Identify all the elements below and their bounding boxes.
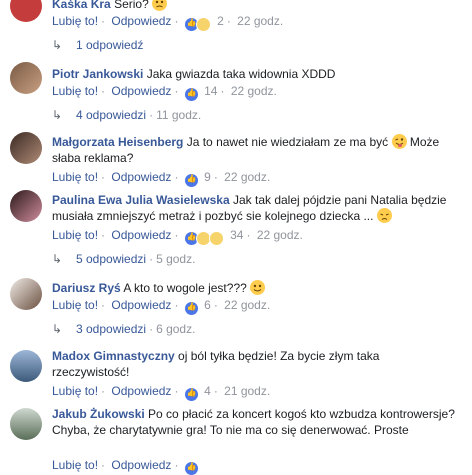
avatar[interactable] (10, 190, 42, 222)
view-replies-link[interactable]: ↳ 5 odpowiedzi · 5 godz. (52, 252, 195, 266)
smiling-face-icon (250, 280, 266, 295)
reply-link[interactable]: Odpowiedz (111, 170, 171, 184)
comment-meta: Lubię to!· Odpowiedz· 34· 22 godz. (52, 228, 303, 247)
reactions[interactable] (184, 387, 198, 402)
like-link[interactable]: Lubię to! (52, 458, 98, 472)
like-reaction-icon (184, 388, 198, 402)
avatar[interactable] (10, 62, 42, 94)
comment-meta: Lubię to! · Odpowiedz · (52, 458, 198, 475)
comment-body: Małgorzata Heisenberg Ja to nawet nie wi… (52, 134, 460, 166)
reactions[interactable] (184, 17, 211, 33)
comment-body: Madox Gimnastyczny oj ból tyłka będzie! … (52, 348, 460, 380)
comment-body: Jakub Żukowski Po co płacić za koncert k… (52, 406, 460, 438)
like-link[interactable]: Lubię to! (52, 14, 98, 28)
comment-author[interactable]: Madox Gimnastyczny (52, 349, 175, 363)
reply-link[interactable]: Odpowiedz (111, 14, 171, 28)
comment-author[interactable]: Jakub Żukowski (52, 407, 145, 421)
sad-reaction-icon (195, 17, 211, 33)
timestamp[interactable]: 22 godz. (224, 170, 270, 184)
comment-author[interactable]: Małgorzata Heisenberg (52, 135, 183, 149)
reply-arrow-icon: ↳ (52, 322, 63, 336)
like-link[interactable]: Lubię to! (52, 84, 98, 98)
replies-time: 11 godz. (156, 108, 202, 122)
reactions[interactable] (184, 173, 198, 188)
view-replies-link[interactable]: ↳ 3 odpowiedzi · 6 godz. (52, 322, 195, 336)
like-link[interactable]: Lubię to! (52, 170, 98, 184)
comment-author[interactable]: Kaśka Kra (52, 0, 111, 11)
comment-body: Piotr Jankowski Jaka gwiazda taka widown… (52, 66, 460, 82)
comment-meta: Lubię to!· Odpowiedz· 14· 22 godz. (52, 84, 277, 102)
comment-text: Jaka gwiazda taka widownia XDDD (146, 67, 336, 81)
timestamp[interactable]: 22 godz. (231, 84, 277, 98)
reaction-count: 34 (230, 228, 244, 242)
comment-text: Serio? (114, 0, 149, 11)
timestamp[interactable]: 22 godz. (237, 14, 283, 28)
comment-text: A kto to wogole jest??? (123, 281, 247, 295)
avatar[interactable] (10, 278, 42, 310)
like-link[interactable]: Lubię to! (52, 298, 98, 312)
sad-reaction-icon (208, 231, 224, 247)
reply-arrow-icon: ↳ (52, 38, 63, 52)
comment-author[interactable]: Dariusz Ryś (52, 281, 121, 295)
reply-arrow-icon: ↳ (52, 108, 63, 122)
timestamp[interactable]: 22 godz. (224, 298, 270, 312)
winking-tongue-face-icon (391, 134, 407, 149)
replies-label: 5 odpowiedzi (76, 252, 147, 266)
reply-link[interactable]: Odpowiedz (111, 384, 171, 398)
like-link[interactable]: Lubię to! (52, 228, 98, 242)
like-reaction-icon (184, 302, 198, 316)
replies-label: 1 odpowiedź (76, 38, 144, 52)
like-link[interactable]: Lubię to! (52, 384, 98, 398)
replies-label: 4 odpowiedzi (76, 108, 147, 122)
reply-link[interactable]: Odpowiedz (111, 298, 171, 312)
like-reaction-icon (184, 462, 198, 475)
reply-arrow-icon: ↳ (52, 252, 63, 266)
like-reaction-icon (184, 174, 198, 188)
reaction-count: 14 (204, 84, 218, 98)
replies-label: 3 odpowiedzi (76, 322, 147, 336)
reaction-count: 2 (217, 14, 224, 28)
confused-face-icon (152, 0, 168, 11)
reply-link[interactable]: Odpowiedz (111, 228, 171, 242)
like-reaction-icon (184, 88, 198, 102)
reply-link[interactable]: Odpowiedz (111, 84, 171, 98)
reactions[interactable] (184, 87, 198, 102)
comment-author[interactable]: Piotr Jankowski (52, 67, 143, 81)
disappointed-face-icon (376, 208, 392, 223)
timestamp[interactable]: 21 godz. (224, 384, 270, 398)
reaction-count: 4 (204, 384, 211, 398)
comment-meta: Lubię to!· Odpowiedz· 4· 21 godz. (52, 384, 270, 402)
avatar[interactable] (10, 0, 42, 22)
reactions[interactable] (184, 301, 198, 316)
comment-text: Ja to nawet nie wiedziałam ze ma być (186, 135, 389, 149)
comment-body: Paulina Ewa Julia Wasielewska Jak tak da… (52, 192, 460, 224)
comment-meta: Lubię to!· Odpowiedz· 2· 22 godz. (52, 14, 283, 33)
comment-meta: Lubię to!· Odpowiedz· 9· 22 godz. (52, 170, 270, 188)
reactions[interactable] (184, 461, 198, 475)
view-replies-link[interactable]: ↳ 4 odpowiedzi · 11 godz. (52, 108, 201, 122)
avatar[interactable] (10, 408, 42, 440)
avatar[interactable] (10, 350, 42, 382)
timestamp[interactable]: 22 godz. (257, 228, 303, 242)
comment-author[interactable]: Paulina Ewa Julia Wasielewska (52, 193, 230, 207)
replies-time: 5 godz. (156, 252, 196, 266)
comment-body: Kaśka Kra Serio? (52, 0, 460, 12)
reply-link[interactable]: Odpowiedz (111, 458, 171, 472)
avatar[interactable] (10, 132, 42, 164)
replies-time: 6 godz. (156, 322, 196, 336)
reaction-count: 9 (204, 170, 211, 184)
comment-meta: Lubię to!· Odpowiedz· 6· 22 godz. (52, 298, 270, 316)
view-replies-link[interactable]: ↳ 1 odpowiedź (52, 38, 143, 52)
reactions[interactable] (184, 231, 224, 247)
comment-body: Dariusz Ryś A kto to wogole jest??? (52, 280, 460, 296)
reaction-count: 6 (204, 298, 211, 312)
